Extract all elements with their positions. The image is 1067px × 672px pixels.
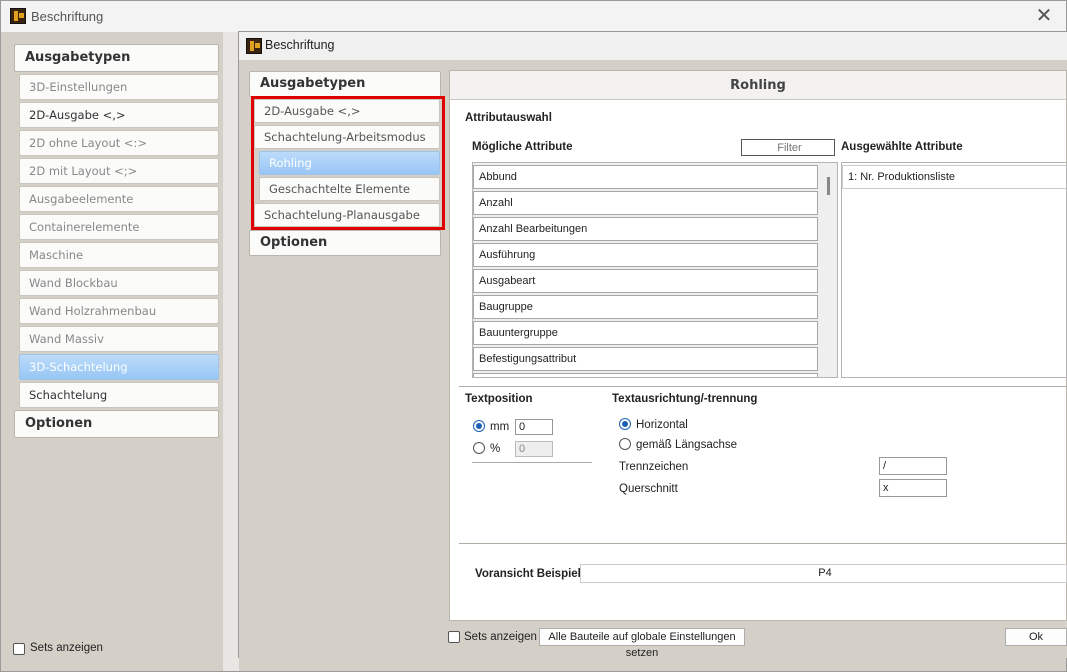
outer-show-sets-label: Sets anzeigen xyxy=(30,642,103,654)
ok-button[interactable]: Ok xyxy=(1005,628,1067,646)
list-item[interactable]: 1: Nr. Produktionsliste xyxy=(842,165,1066,189)
outer-item-schachtelung[interactable]: Schachtelung xyxy=(19,382,219,408)
separator-2 xyxy=(459,543,1067,544)
list-item[interactable]: Ausgabeart xyxy=(473,269,818,293)
outer-window-title: Beschriftung xyxy=(31,9,104,24)
outer-show-sets-checkbox[interactable] xyxy=(13,643,25,655)
outer-title-bar: Beschriftung ✕ xyxy=(1,1,1066,32)
textposition-label: Textposition xyxy=(465,393,533,405)
mm-input[interactable] xyxy=(515,419,553,435)
outer-item-wand-massiv[interactable]: Wand Massiv xyxy=(19,326,219,352)
outer-item-maschine[interactable]: Maschine xyxy=(19,242,219,268)
outer-item-wand-blockbau[interactable]: Wand Blockbau xyxy=(19,270,219,296)
querschnitt-label: Querschnitt xyxy=(619,483,678,495)
preview-value: P4 xyxy=(580,564,1067,583)
outer-item-2d-ausgabe[interactable]: 2D-Ausgabe <,> xyxy=(19,102,219,128)
list-item[interactable]: Abbund xyxy=(473,165,818,189)
list-item[interactable]: Anzahl xyxy=(473,191,818,215)
separator-1 xyxy=(459,386,1067,387)
horizontal-radio[interactable] xyxy=(619,418,631,430)
outer-category-header[interactable]: Ausgabetypen xyxy=(14,44,219,72)
possible-attrs-label: Mögliche Attribute xyxy=(472,141,573,153)
percent-radio[interactable] xyxy=(473,442,485,454)
percent-label: % xyxy=(490,443,501,455)
app-logo-icon xyxy=(10,8,26,24)
inner-category-header[interactable]: Ausgabetypen xyxy=(249,71,441,97)
selected-attrs-label: Ausgewählte Attribute xyxy=(841,141,963,153)
selected-attrs-list[interactable]: 1: Nr. Produktionsliste xyxy=(841,162,1067,378)
panel-title: Rohling xyxy=(449,70,1067,100)
inner-show-sets-checkbox[interactable] xyxy=(448,631,460,643)
list-item[interactable]: Bauuntergruppe xyxy=(473,321,818,345)
attr-section-title: Attributauswahl xyxy=(465,112,552,124)
possible-attrs-list[interactable]: Abbund Anzahl Anzahl Bearbeitungen Ausfü… xyxy=(472,162,838,378)
laengsachse-radio[interactable] xyxy=(619,438,631,450)
inner-title-bar: Beschriftung xyxy=(239,32,1067,60)
trennzeichen-label: Trennzeichen xyxy=(619,461,689,473)
inner-app-logo-icon xyxy=(246,38,262,54)
outer-item-2d-mit-layout[interactable]: 2D mit Layout <;> xyxy=(19,158,219,184)
outer-item-3d-schachtelung[interactable]: 3D-Schachtelung xyxy=(19,354,219,380)
global-settings-button[interactable]: Alle Bauteile auf globale Einstellungen … xyxy=(539,628,745,659)
outer-item-wand-holzrahmenbau[interactable]: Wand Holzrahmenbau xyxy=(19,298,219,324)
list-item[interactable]: Baugruppe xyxy=(473,295,818,319)
highlight-box xyxy=(251,96,445,230)
outer-item-containerelemente[interactable]: Containerelemente xyxy=(19,214,219,240)
list-item[interactable]: Ausführung xyxy=(473,243,818,267)
outer-options-header[interactable]: Optionen xyxy=(14,410,219,438)
inner-show-sets-label: Sets anzeigen xyxy=(464,631,537,643)
list-item[interactable]: Anzahl Bearbeitungen xyxy=(473,217,818,241)
outer-item-ausgabeelemente[interactable]: Ausgabeelemente xyxy=(19,186,219,212)
horizontal-label: Horizontal xyxy=(636,419,688,431)
mm-label: mm xyxy=(490,421,510,433)
outer-divider-strip xyxy=(223,32,239,671)
querschnitt-input[interactable] xyxy=(879,479,947,497)
outer-item-2d-ohne-layout[interactable]: 2D ohne Layout <:> xyxy=(19,130,219,156)
mm-radio[interactable] xyxy=(473,420,485,432)
inner-options-header[interactable]: Optionen xyxy=(249,230,441,256)
laengsachse-label: gemäß Längsachse xyxy=(636,439,738,451)
percent-input[interactable] xyxy=(515,441,553,457)
textpos-underline xyxy=(472,462,592,463)
textdir-label: Textausrichtung/-trennung xyxy=(612,393,758,405)
close-icon[interactable]: ✕ xyxy=(1032,4,1056,28)
list-scrollbar-thumb[interactable] xyxy=(827,177,830,195)
preview-label: Voransicht Beispiel xyxy=(475,568,581,580)
list-item[interactable]: Befestigungsattribut xyxy=(473,347,818,371)
inner-window-title: Beschriftung xyxy=(265,38,335,52)
outer-item-3d-einstellungen[interactable]: 3D-Einstellungen xyxy=(19,74,219,100)
filter-input[interactable] xyxy=(741,139,835,156)
trennzeichen-input[interactable] xyxy=(879,457,947,475)
list-item-partial xyxy=(473,373,818,377)
outer-category-panel: Ausgabetypen 3D-Einstellungen 2D-Ausgabe… xyxy=(1,32,223,671)
